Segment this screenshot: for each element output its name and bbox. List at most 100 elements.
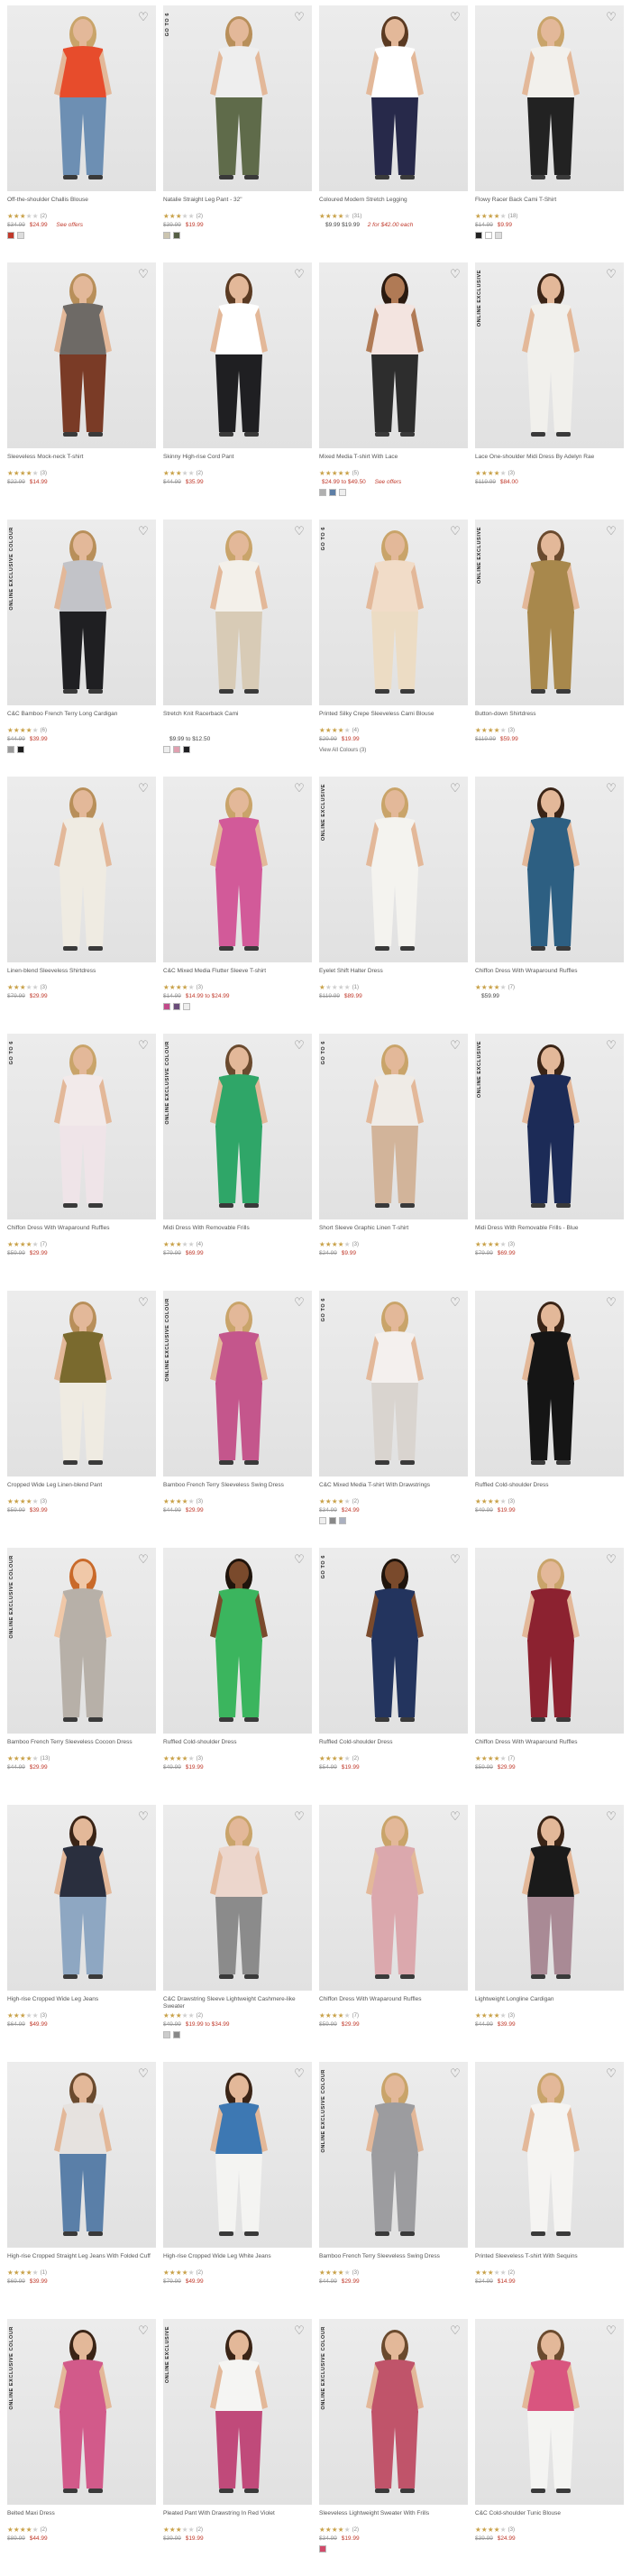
color-swatch[interactable] bbox=[17, 746, 24, 753]
heart-outline-icon[interactable]: ♡ bbox=[292, 268, 306, 282]
product-card[interactable]: ONLINE EXCLUSIVE ♡ Eyelet Shift Halter D… bbox=[319, 777, 468, 1034]
product-name[interactable]: Lightweight Longline Cardigan bbox=[475, 1996, 624, 2010]
product-name[interactable]: Lace One-shoulder Midi Dress By Adelyn R… bbox=[475, 454, 624, 468]
view-all-colours-link[interactable]: View All Colours (3) bbox=[319, 748, 468, 753]
color-swatch[interactable] bbox=[329, 489, 336, 496]
heart-outline-icon[interactable]: ♡ bbox=[292, 11, 306, 25]
product-card[interactable]: ♡ C&C Mixed Media Flutter Sleeve T-shirt… bbox=[163, 777, 312, 1034]
product-card[interactable]: ♡ Linen-blend Sleeveless Shirtdress ★★★★… bbox=[7, 777, 156, 1034]
product-image[interactable]: ♡ bbox=[7, 1805, 156, 1991]
product-card[interactable]: GO TO 6 ♡ Short Sleeve Graphic Linen T-s… bbox=[319, 1034, 468, 1291]
product-name[interactable]: Pleated Pant With Drawstring In Red Viol… bbox=[163, 2510, 312, 2525]
heart-outline-icon[interactable]: ♡ bbox=[292, 1039, 306, 1053]
product-name[interactable]: Printed Silky Crepe Sleeveless Cami Blou… bbox=[319, 711, 468, 725]
product-image[interactable]: GO TO 6 ♡ bbox=[319, 1034, 468, 1219]
color-swatch[interactable] bbox=[163, 232, 170, 239]
product-name[interactable]: Skinny High-rise Cord Pant bbox=[163, 454, 312, 468]
product-image[interactable]: ONLINE EXCLUSIVE COLOUR ♡ bbox=[319, 2319, 468, 2505]
product-card[interactable]: ONLINE EXCLUSIVE ♡ Button-down Shirtdres… bbox=[475, 520, 624, 777]
heart-outline-icon[interactable]: ♡ bbox=[448, 268, 462, 282]
product-card[interactable]: ONLINE EXCLUSIVE ♡ Pleated Pant With Dra… bbox=[163, 2319, 312, 2576]
see-offers-link[interactable]: See offers bbox=[56, 222, 83, 228]
product-card[interactable]: GO TO 6 ♡ Printed Silky Crepe Sleeveless… bbox=[319, 520, 468, 777]
heart-outline-icon[interactable]: ♡ bbox=[604, 1553, 618, 1568]
heart-outline-icon[interactable]: ♡ bbox=[448, 2067, 462, 2082]
heart-outline-icon[interactable]: ♡ bbox=[292, 1296, 306, 1311]
product-image[interactable]: ♡ bbox=[7, 5, 156, 191]
product-card[interactable]: GO TO 6 ♡ C&C Mixed Media T-shirt With D… bbox=[319, 1291, 468, 1548]
product-image[interactable]: ♡ bbox=[475, 2319, 624, 2505]
product-card[interactable]: ♡ Cropped Wide Leg Linen-blend Pant ★★★★… bbox=[7, 1291, 156, 1548]
color-swatch[interactable] bbox=[485, 232, 492, 239]
product-image[interactable]: ♡ bbox=[163, 777, 312, 962]
heart-outline-icon[interactable]: ♡ bbox=[136, 1810, 151, 1825]
product-name[interactable]: Printed Sleeveless T-shirt With Sequins bbox=[475, 2253, 624, 2268]
product-name[interactable]: Bamboo French Terry Sleeveless Swing Dre… bbox=[319, 2253, 468, 2268]
see-offers-link[interactable]: See offers bbox=[375, 479, 402, 485]
product-card[interactable]: ♡ Printed Sleeveless T-shirt With Sequin… bbox=[475, 2062, 624, 2319]
product-name[interactable]: Chiffon Dress With Wraparound Ruffles bbox=[7, 1225, 156, 1239]
heart-outline-icon[interactable]: ♡ bbox=[604, 1810, 618, 1825]
heart-outline-icon[interactable]: ♡ bbox=[292, 782, 306, 796]
color-swatch[interactable] bbox=[319, 1517, 326, 1524]
product-name[interactable]: Midi Dress With Removable Frills - Blue bbox=[475, 1225, 624, 1239]
product-image[interactable]: ♡ bbox=[7, 2062, 156, 2248]
color-swatch[interactable] bbox=[339, 489, 346, 496]
product-card[interactable]: ♡ Flowy Racer Back Cami T-Shirt ★★★★★ (1… bbox=[475, 5, 624, 262]
color-swatch[interactable] bbox=[163, 1003, 170, 1010]
product-image[interactable]: ♡ bbox=[163, 262, 312, 448]
heart-outline-icon[interactable]: ♡ bbox=[136, 1553, 151, 1568]
product-card[interactable]: ONLINE EXCLUSIVE COLOUR ♡ Bamboo French … bbox=[319, 2062, 468, 2319]
heart-outline-icon[interactable]: ♡ bbox=[604, 2324, 618, 2339]
product-card[interactable]: GO TO 6 ♡ Natalie Straight Leg Pant - 32… bbox=[163, 5, 312, 262]
product-image[interactable]: ONLINE EXCLUSIVE ♡ bbox=[475, 1034, 624, 1219]
product-card[interactable]: GO TO 6 ♡ Ruffled Cold-shoulder Dress ★★… bbox=[319, 1548, 468, 1805]
color-swatch[interactable] bbox=[183, 746, 190, 753]
product-name[interactable]: Mixed Media T-shirt With Lace bbox=[319, 454, 468, 468]
product-name[interactable]: Ruffled Cold-shoulder Dress bbox=[319, 1739, 468, 1753]
product-name[interactable]: Natalie Straight Leg Pant - 32" bbox=[163, 197, 312, 211]
product-image[interactable]: ♡ bbox=[475, 1291, 624, 1477]
product-name[interactable]: Off-the-shoulder Challis Blouse bbox=[7, 197, 156, 211]
product-name[interactable]: Button-down Shirtdress bbox=[475, 711, 624, 725]
product-image[interactable]: GO TO 6 ♡ bbox=[319, 1291, 468, 1477]
heart-outline-icon[interactable]: ♡ bbox=[292, 2324, 306, 2339]
product-name[interactable]: Ruffled Cold-shoulder Dress bbox=[475, 1482, 624, 1496]
product-image[interactable]: ONLINE EXCLUSIVE ♡ bbox=[163, 2319, 312, 2505]
product-card[interactable]: ONLINE EXCLUSIVE ♡ Midi Dress With Remov… bbox=[475, 1034, 624, 1291]
color-swatch[interactable] bbox=[183, 1003, 190, 1010]
product-card[interactable]: ♡ High-rise Cropped Wide Leg White Jeans… bbox=[163, 2062, 312, 2319]
product-card[interactable]: ♡ C&C Drawstring Sleeve Lightweight Cash… bbox=[163, 1805, 312, 2062]
product-image[interactable]: GO TO 6 ♡ bbox=[319, 520, 468, 705]
heart-outline-icon[interactable]: ♡ bbox=[604, 1039, 618, 1053]
product-name[interactable]: High-rise Cropped Wide Leg Jeans bbox=[7, 1996, 156, 2010]
color-swatch[interactable] bbox=[173, 2031, 180, 2038]
product-image[interactable]: ♡ bbox=[475, 5, 624, 191]
product-card[interactable]: ONLINE EXCLUSIVE COLOUR ♡ Midi Dress Wit… bbox=[163, 1034, 312, 1291]
product-card[interactable]: ♡ Chiffon Dress With Wraparound Ruffles … bbox=[319, 1805, 468, 2062]
color-swatch[interactable] bbox=[495, 232, 502, 239]
product-image[interactable]: ONLINE EXCLUSIVE ♡ bbox=[319, 777, 468, 962]
color-swatch[interactable] bbox=[163, 2031, 170, 2038]
product-image[interactable]: ONLINE EXCLUSIVE COLOUR ♡ bbox=[7, 2319, 156, 2505]
color-swatch[interactable] bbox=[163, 746, 170, 753]
product-image[interactable]: GO TO 6 ♡ bbox=[163, 5, 312, 191]
product-image[interactable]: ONLINE EXCLUSIVE COLOUR ♡ bbox=[163, 1291, 312, 1477]
heart-outline-icon[interactable]: ♡ bbox=[292, 2067, 306, 2082]
product-name[interactable]: Flowy Racer Back Cami T-Shirt bbox=[475, 197, 624, 211]
heart-outline-icon[interactable]: ♡ bbox=[448, 1553, 462, 1568]
product-image[interactable]: ONLINE EXCLUSIVE ♡ bbox=[475, 520, 624, 705]
product-card[interactable]: ♡ Chiffon Dress With Wraparound Ruffles … bbox=[475, 1548, 624, 1805]
product-image[interactable]: ♡ bbox=[163, 1805, 312, 1991]
product-image[interactable]: ONLINE EXCLUSIVE ♡ bbox=[475, 262, 624, 448]
heart-outline-icon[interactable]: ♡ bbox=[448, 782, 462, 796]
product-card[interactable]: ♡ C&C Cold-shoulder Tunic Blouse ★★★★★ (… bbox=[475, 2319, 624, 2576]
product-name[interactable]: Chiffon Dress With Wraparound Ruffles bbox=[475, 1739, 624, 1753]
heart-outline-icon[interactable]: ♡ bbox=[136, 782, 151, 796]
product-card[interactable]: ONLINE EXCLUSIVE COLOUR ♡ Sleeveless Lig… bbox=[319, 2319, 468, 2576]
product-name[interactable]: C&C Mixed Media T-shirt With Drawstrings bbox=[319, 1482, 468, 1496]
product-name[interactable]: Chiffon Dress With Wraparound Ruffles bbox=[475, 968, 624, 982]
color-swatch[interactable] bbox=[319, 489, 326, 496]
product-name[interactable]: Coloured Modern Stretch Legging bbox=[319, 197, 468, 211]
product-card[interactable]: ♡ High-rise Cropped Wide Leg Jeans ★★★★★… bbox=[7, 1805, 156, 2062]
